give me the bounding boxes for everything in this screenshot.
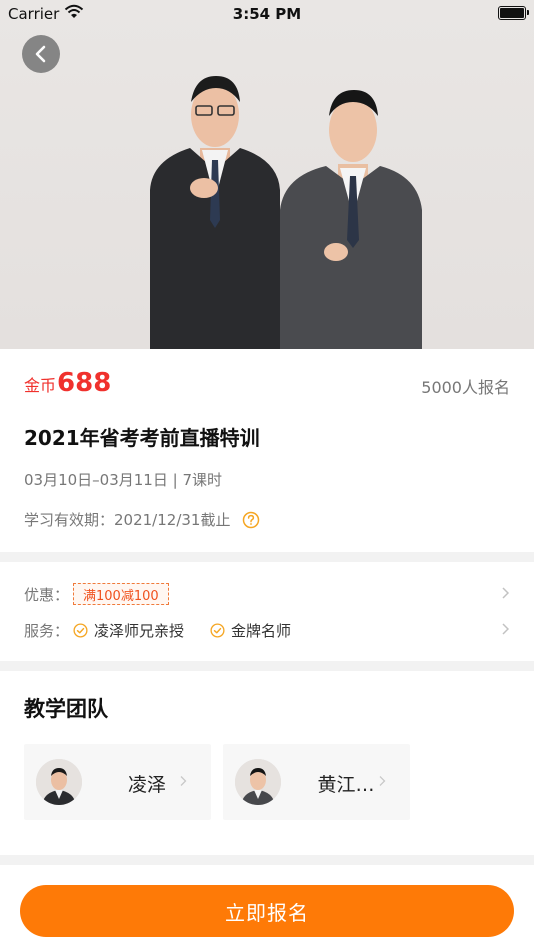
service-row[interactable]: 服务： 凌泽师兄亲授 金牌名师 xyxy=(24,616,510,644)
offers-card: 优惠： 满100减100 服务： 凌泽师兄亲授 金牌名师 xyxy=(0,562,534,661)
chevron-right-icon xyxy=(379,776,386,786)
service-text: 凌泽师兄亲授 xyxy=(94,621,185,640)
question-circle-icon[interactable] xyxy=(242,511,260,529)
bottom-bar: 立即报名 xyxy=(0,865,534,950)
price-unit: 金币 xyxy=(24,376,57,395)
teacher-card[interactable]: 凌泽 xyxy=(24,744,211,820)
service-item: 金牌名师 xyxy=(210,620,291,641)
check-circle-icon xyxy=(73,622,88,638)
validity-row: 学习有效期：2021/12/31截止 xyxy=(24,509,260,530)
service-text: 金牌名师 xyxy=(231,621,292,640)
course-cover: Carrier 3:54 PM xyxy=(0,0,534,349)
status-bar: Carrier 3:54 PM xyxy=(0,0,534,28)
promo-label: 优惠： xyxy=(24,585,70,604)
service-label: 服务： xyxy=(24,621,70,640)
enrolled-count: 5000人报名 xyxy=(421,378,510,397)
avatar xyxy=(36,759,82,805)
price-value: 688 xyxy=(57,368,112,398)
back-button[interactable] xyxy=(22,35,60,73)
enroll-button[interactable]: 立即报名 xyxy=(20,885,514,937)
course-schedule: 03月10日–03月11日 | 7课时 xyxy=(24,471,222,489)
course-title: 2021年省考考前直播特训 xyxy=(24,426,260,450)
chevron-right-icon xyxy=(502,587,510,599)
chevron-right-icon xyxy=(502,623,510,635)
chevron-right-icon xyxy=(180,776,187,786)
teacher-card[interactable]: 黄江… xyxy=(223,744,410,820)
section-title: 教学团队 xyxy=(24,697,108,721)
teacher-name: 凌泽 xyxy=(127,774,166,796)
validity-text: 学习有效期：2021/12/31截止 xyxy=(24,511,231,529)
promo-tag: 满100减100 xyxy=(73,583,169,605)
teacher-name: 黄江… xyxy=(317,774,375,796)
promo-row[interactable]: 优惠： 满100减100 xyxy=(24,580,510,608)
teachers-photo xyxy=(150,76,422,349)
avatar xyxy=(235,759,281,805)
battery-icon xyxy=(498,6,529,20)
chevron-left-icon xyxy=(35,45,46,63)
course-info-card: 金币 688 5000人报名 2021年省考考前直播特训 03月10日–03月1… xyxy=(0,349,534,552)
check-circle-icon xyxy=(210,622,225,638)
teaching-team-card: 教学团队 凌泽 黄江… xyxy=(0,671,534,855)
status-time: 3:54 PM xyxy=(232,5,302,23)
service-item: 凌泽师兄亲授 xyxy=(73,620,184,641)
price: 金币 688 xyxy=(24,368,111,398)
